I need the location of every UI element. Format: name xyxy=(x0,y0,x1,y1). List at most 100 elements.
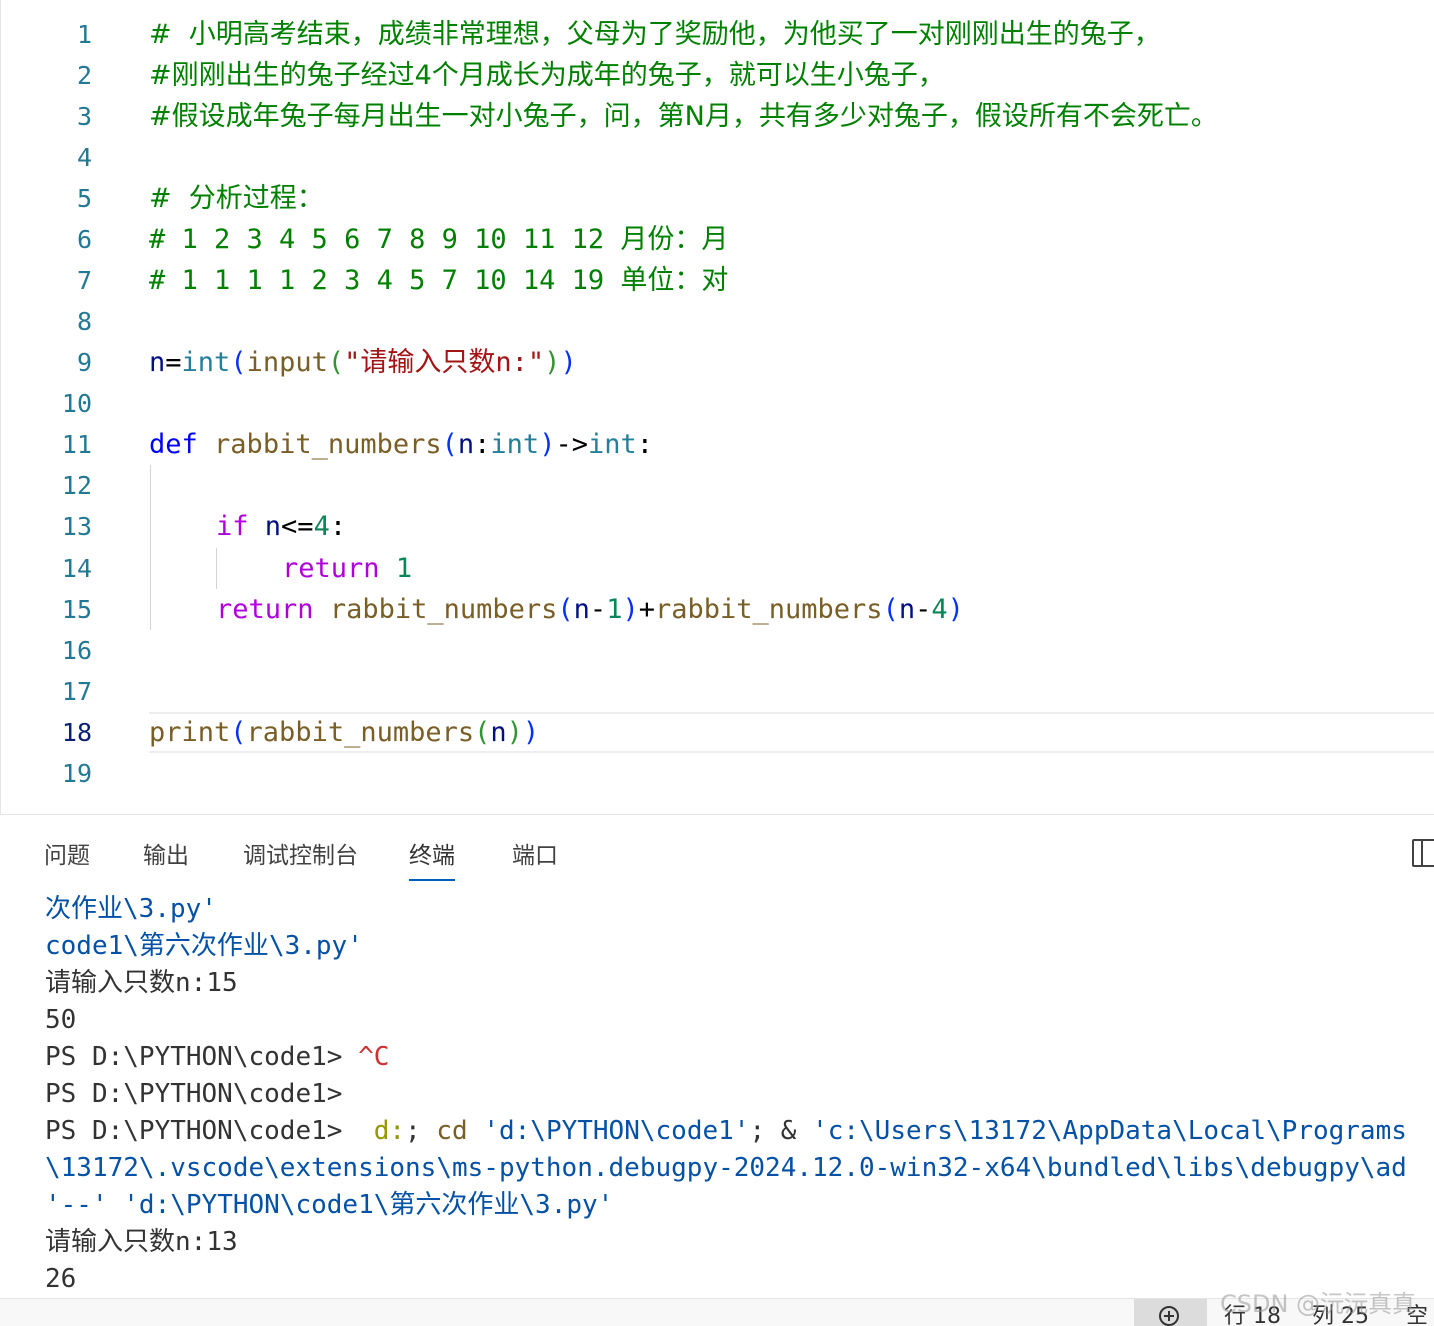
line-number: 6 xyxy=(76,225,92,254)
code-line[interactable]: 6 # 1 2 3 4 5 6 7 8 9 10 11 12 月份：月 xyxy=(1,219,1434,260)
code-line[interactable]: 16 xyxy=(1,630,1434,671)
token: ( xyxy=(882,594,899,625)
token: int xyxy=(181,347,231,378)
split-panel-icon[interactable] xyxy=(1412,839,1434,867)
line-number: 8 xyxy=(76,307,92,336)
token: rabbit_numbers xyxy=(246,717,475,748)
code-text: n=int(input("请输入只数n:")) xyxy=(149,342,577,383)
token: 1 xyxy=(606,594,623,625)
tab-terminal[interactable]: 终端 xyxy=(409,839,455,881)
token: - xyxy=(915,594,932,625)
line-number: 12 xyxy=(61,471,92,500)
code-line[interactable]: 5 # 分析过程： xyxy=(1,178,1434,219)
code-line[interactable]: 4 xyxy=(1,137,1434,178)
zoom-button[interactable] xyxy=(1134,1299,1207,1326)
tab-debug-console[interactable]: 调试控制台 xyxy=(243,839,358,879)
line-number: 5 xyxy=(76,184,92,213)
token: n xyxy=(457,429,475,460)
comment: #假设成年兔子每月出生一对小兔子，问，第N月，共有多少对兔子，假设所有不会死亡。 xyxy=(149,101,1218,132)
token: int xyxy=(587,429,637,460)
token: ) xyxy=(544,347,561,378)
comment: # 1 2 3 4 5 6 7 8 9 10 11 12 月份：月 xyxy=(149,224,729,255)
code-line[interactable]: 10 xyxy=(1,383,1434,424)
code-line[interactable]: 19 xyxy=(1,753,1434,794)
token: n xyxy=(490,717,507,748)
code-line[interactable]: 14 return 1 xyxy=(1,548,1434,589)
code-text: if n<=4: xyxy=(216,506,346,547)
token: ( xyxy=(441,429,458,460)
line-number: 1 xyxy=(76,20,92,49)
line-number: 3 xyxy=(76,102,92,131)
terminal-line: PS D:\PYTHON\code1> d:; cd 'd:\PYTHON\co… xyxy=(45,1116,1407,1146)
token: return xyxy=(216,594,314,625)
terminal-line: 26 xyxy=(45,1264,77,1294)
line-number: 7 xyxy=(76,266,92,295)
terminal-line: '--' 'd:\PYTHON\code1\第六次作业\3.py' xyxy=(45,1190,614,1220)
terminal-line: 次作业\3.py' xyxy=(45,894,217,924)
status-bar: 行 18 列 25 空 xyxy=(0,1298,1434,1326)
token: ( xyxy=(557,594,574,625)
comment: #刚刚出生的兔子经过4个月成长为成年的兔子，就可以生小兔子， xyxy=(149,60,945,91)
code-line[interactable]: 2 #刚刚出生的兔子经过4个月成长为成年的兔子，就可以生小兔子， xyxy=(1,55,1434,96)
code-line[interactable]: 7 # 1 1 1 1 2 3 4 5 7 10 14 19 单位：对 xyxy=(1,260,1434,301)
token: ) xyxy=(560,347,577,378)
token: rabbit_numbers xyxy=(654,594,883,625)
token: ( xyxy=(230,347,247,378)
code-text: return 1 xyxy=(282,548,412,589)
line-number: 19 xyxy=(61,759,92,788)
token: ) xyxy=(539,429,556,460)
token: rabbit_numbers xyxy=(214,429,442,460)
code-text: def rabbit_numbers(n:int)->int: xyxy=(149,424,653,465)
token: rabbit_numbers xyxy=(329,594,558,625)
token: input xyxy=(246,347,328,378)
token: ) xyxy=(947,594,964,625)
code-line-current[interactable]: 18 print(rabbit_numbers(n)) xyxy=(1,712,1434,753)
token: ( xyxy=(327,347,345,378)
token: : xyxy=(474,429,491,460)
line-number: 17 xyxy=(61,677,92,706)
code-line[interactable]: 12 xyxy=(1,465,1434,506)
terminal-line: PS D:\PYTHON\code1> ^C xyxy=(45,1042,390,1072)
tab-problems[interactable]: 问题 xyxy=(44,839,90,879)
code-editor[interactable]: 1 # 小明高考结束，成绩非常理想，父母为了奖励他，为他买了一对刚刚出生的兔子，… xyxy=(0,0,1434,814)
token: ( xyxy=(230,717,247,748)
comment: # 分析过程： xyxy=(149,183,324,214)
comment: # 小明高考结束，成绩非常理想，父母为了奖励他，为他买了一对刚刚出生的兔子， xyxy=(149,19,1161,50)
tab-output[interactable]: 输出 xyxy=(143,839,189,879)
token: 1 xyxy=(395,553,413,584)
token: <= xyxy=(281,511,314,542)
token: n xyxy=(898,594,916,625)
terminal-line: 请输入只数n:13 xyxy=(45,1227,238,1257)
token: n xyxy=(573,594,590,625)
token: ) xyxy=(522,717,540,748)
terminal-line: 请输入只数n:15 xyxy=(45,968,238,998)
line-number: 9 xyxy=(76,348,92,377)
line-number: 11 xyxy=(61,430,92,459)
terminal-line: PS D:\PYTHON\code1> xyxy=(45,1079,343,1109)
token: return xyxy=(282,553,380,584)
tab-ports[interactable]: 端口 xyxy=(512,839,558,879)
code-line[interactable]: 3 #假设成年兔子每月出生一对小兔子，问，第N月，共有多少对兔子，假设所有不会死… xyxy=(1,96,1434,137)
code-line[interactable]: 17 xyxy=(1,671,1434,712)
token: + xyxy=(638,594,655,625)
token: : xyxy=(329,511,347,542)
code-line[interactable]: 9 n=int(input("请输入只数n:")) xyxy=(1,342,1434,383)
terminal-line: \13172\.vscode\extensions\ms-python.debu… xyxy=(45,1153,1407,1183)
token: -> xyxy=(555,429,588,460)
token: print xyxy=(149,717,231,748)
line-number: 14 xyxy=(61,554,92,583)
code-line[interactable]: 8 xyxy=(1,301,1434,342)
code-line[interactable]: 1 # 小明高考结束，成绩非常理想，父母为了奖励他，为他买了一对刚刚出生的兔子， xyxy=(1,14,1434,55)
token: ) xyxy=(622,594,639,625)
code-line[interactable]: 11 def rabbit_numbers(n:int)->int: xyxy=(1,424,1434,465)
code-line[interactable]: 15 return rabbit_numbers(n-1)+rabbit_num… xyxy=(1,589,1434,630)
line-number: 18 xyxy=(61,718,92,747)
token: = xyxy=(165,347,182,378)
token: n xyxy=(264,511,282,542)
code-line[interactable]: 13 if n<=4: xyxy=(1,506,1434,547)
bottom-panel: 问题 输出 调试控制台 终端 端口 次作业\3.py' code1\第六次作业\… xyxy=(0,814,1434,1299)
token: 4 xyxy=(313,511,330,542)
line-number: 13 xyxy=(61,512,92,541)
watermark: CSDN @沅沅真真 xyxy=(1220,1290,1417,1318)
token: def xyxy=(149,429,198,460)
